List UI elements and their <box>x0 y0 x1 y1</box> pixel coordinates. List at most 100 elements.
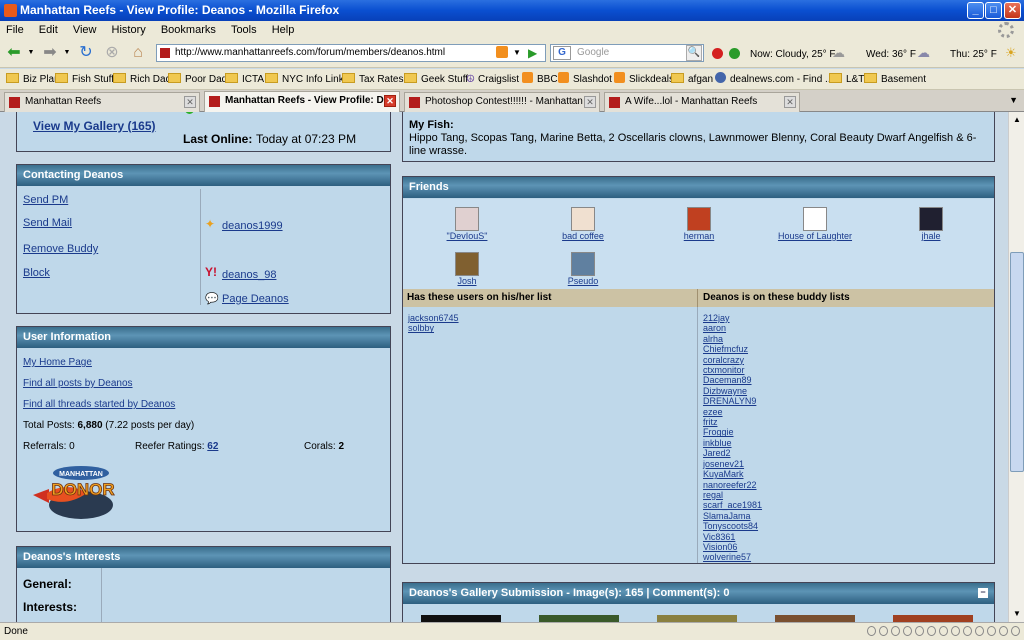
tab-close-button[interactable]: ✕ <box>184 96 196 108</box>
friend-item[interactable]: herman <box>649 207 749 242</box>
maximize-button[interactable]: □ <box>985 2 1002 19</box>
friend-name-link[interactable]: House of Laughter <box>765 231 865 242</box>
bookmark-tax-rates[interactable]: Tax Rates <box>342 69 403 90</box>
tab-manhattan-reefs[interactable]: Manhattan Reefs ✕ <box>4 92 200 112</box>
menu-edit[interactable]: Edit <box>39 24 58 36</box>
addon-icon[interactable] <box>975 626 984 636</box>
addon-icon[interactable] <box>987 626 996 636</box>
menu-history[interactable]: History <box>112 24 146 36</box>
buddy-link[interactable]: DRENALYN9 <box>703 396 983 406</box>
alert-icon[interactable] <box>712 48 723 59</box>
minimize-button[interactable]: _ <box>967 2 984 19</box>
bookmark-fish-stuff[interactable]: Fish Stuff <box>55 69 114 90</box>
scroll-up-icon[interactable]: ▲ <box>1010 113 1024 127</box>
buddy-link[interactable]: Vision06 <box>703 542 983 552</box>
tab-close-button[interactable]: ✕ <box>384 95 396 107</box>
collapse-icon[interactable]: − <box>978 588 988 598</box>
go-button[interactable]: ▶ <box>528 45 542 61</box>
gallery-thumbnail[interactable] <box>775 615 855 622</box>
weather-wed[interactable]: Wed: 36° F <box>866 49 916 60</box>
back-dropdown-icon[interactable]: ▼ <box>26 43 36 63</box>
buddy-link[interactable]: regal <box>703 490 983 500</box>
tab-photoshop-contest[interactable]: Photoshop Contest!!!!!! - Manhattan ... ✕ <box>404 92 600 112</box>
friend-avatar[interactable] <box>919 207 943 231</box>
home-page-link[interactable]: My Home Page <box>23 357 92 368</box>
close-window-button[interactable]: ✕ <box>1004 2 1021 19</box>
remove-buddy-link[interactable]: Remove Buddy <box>23 243 98 255</box>
friend-item[interactable]: bad coffee <box>533 207 633 242</box>
friend-name-link[interactable]: herman <box>649 231 749 242</box>
menu-file[interactable]: File <box>6 24 24 36</box>
search-go-button[interactable]: 🔍 <box>686 45 702 61</box>
buddy-link[interactable]: aaron <box>703 323 983 333</box>
friend-name-link[interactable]: Pseudo <box>533 276 633 287</box>
weather-thu[interactable]: Thu: 25° F <box>950 49 997 60</box>
gallery-thumbnail[interactable] <box>421 615 501 622</box>
tab-list-dropdown-icon[interactable]: ▼ <box>1009 95 1018 105</box>
bookmark-nyc-info[interactable]: NYC Info Links <box>265 69 349 90</box>
buddy-link[interactable]: jackson6745 <box>408 313 688 323</box>
buddy-link[interactable]: Tonyscoots84 <box>703 521 983 531</box>
rss-feed-icon[interactable] <box>496 46 508 58</box>
bookmark-icta[interactable]: ICTA <box>225 69 264 90</box>
gallery-thumbnail[interactable] <box>893 615 973 622</box>
home-button[interactable]: ⌂ <box>128 43 148 63</box>
bookmark-dealnews[interactable]: dealnews.com - Find ... <box>715 69 833 90</box>
addon-icon[interactable] <box>915 626 924 636</box>
buddy-link[interactable]: 212jay <box>703 313 983 323</box>
buddy-link[interactable]: wolverine57 <box>703 552 983 562</box>
buddy-link[interactable]: Vic8361 <box>703 532 983 542</box>
status-green-icon[interactable] <box>729 48 740 59</box>
reload-button[interactable]: ↻ <box>76 43 96 63</box>
friend-item[interactable]: jhale <box>881 207 981 242</box>
buddy-link[interactable]: scarf_ace1981 <box>703 500 983 510</box>
addon-icon[interactable] <box>867 626 876 636</box>
friend-item[interactable]: Josh <box>417 252 517 287</box>
menu-tools[interactable]: Tools <box>231 24 257 36</box>
friend-item[interactable]: House of Laughter <box>765 207 865 242</box>
friend-name-link[interactable]: bad coffee <box>533 231 633 242</box>
gallery-thumbnail[interactable] <box>657 615 737 622</box>
search-input[interactable]: G Google <box>550 44 704 62</box>
vertical-scrollbar[interactable]: ▲ ▼ <box>1008 112 1024 622</box>
back-button[interactable]: ⬅ <box>4 43 24 63</box>
address-bar[interactable]: http://www.manhattanreefs.com/forum/memb… <box>156 44 546 62</box>
url-dropdown-icon[interactable]: ▼ <box>511 45 523 61</box>
addon-icon[interactable] <box>963 626 972 636</box>
friend-avatar[interactable] <box>687 207 711 231</box>
friend-name-link[interactable]: "DevIouS" <box>417 231 517 242</box>
buddy-link[interactable]: inkblue <box>703 438 983 448</box>
friend-item[interactable]: "DevIouS" <box>417 207 517 242</box>
addon-icon[interactable] <box>903 626 912 636</box>
search-engine-icon[interactable]: G <box>553 46 571 60</box>
friend-avatar[interactable] <box>455 252 479 276</box>
stop-button[interactable]: ⊗ <box>102 43 122 63</box>
buddy-link[interactable]: Froggie <box>703 427 983 437</box>
addon-icon[interactable] <box>927 626 936 636</box>
buddy-link[interactable]: solbby <box>408 323 688 333</box>
weather-now[interactable]: Now: Cloudy, 25° F <box>750 49 836 60</box>
find-posts-link[interactable]: Find all posts by Deanos <box>23 378 133 389</box>
forward-button[interactable]: ➡ <box>40 43 60 63</box>
tab-view-profile[interactable]: Manhattan Reefs - View Profile: D... ✕ <box>204 91 400 112</box>
scroll-thumb[interactable] <box>1010 252 1024 472</box>
friend-name-link[interactable]: Josh <box>417 276 517 287</box>
friend-avatar[interactable] <box>571 252 595 276</box>
bookmark-geek-stuff[interactable]: Geek Stuff <box>404 69 468 90</box>
bookmark-slickdeals[interactable]: Slickdeals <box>614 69 674 90</box>
aim-link[interactable]: deanos1999 <box>222 220 283 232</box>
bookmark-basement[interactable]: Basement <box>864 69 926 90</box>
bookmark-bbc[interactable]: BBC <box>522 69 558 90</box>
addon-icon[interactable] <box>891 626 900 636</box>
menu-view[interactable]: View <box>73 24 97 36</box>
buddy-link[interactable]: Daceman89 <box>703 375 983 385</box>
bookmark-afgan[interactable]: afgan <box>671 69 713 90</box>
bookmark-craigslist[interactable]: ☮ Craigslist <box>466 69 519 90</box>
addon-icon[interactable] <box>879 626 888 636</box>
addon-icon[interactable] <box>1011 626 1020 636</box>
scroll-down-icon[interactable]: ▼ <box>1010 607 1024 621</box>
buddy-link[interactable]: alrha <box>703 334 983 344</box>
buddy-link[interactable]: Chiefmcfuz <box>703 344 983 354</box>
friend-avatar[interactable] <box>803 207 827 231</box>
addon-icon[interactable] <box>951 626 960 636</box>
